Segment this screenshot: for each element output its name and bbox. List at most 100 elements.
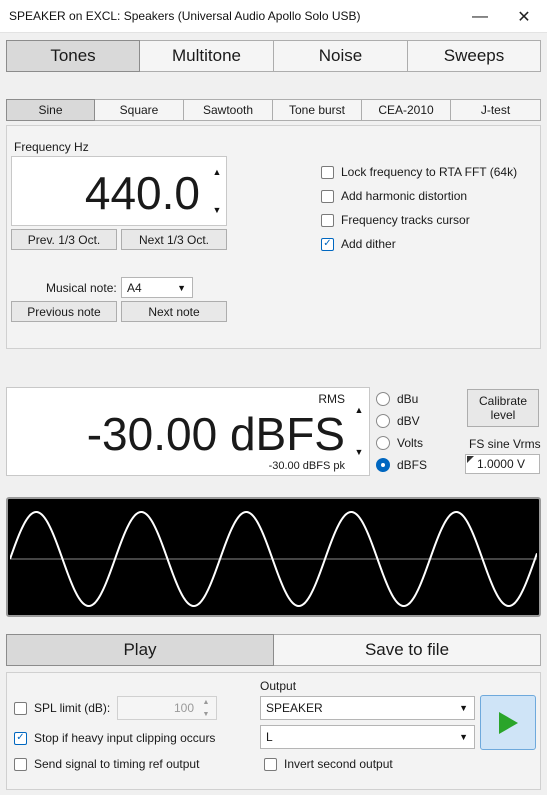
play-icon — [499, 711, 518, 734]
minimize-icon: — — [472, 7, 488, 25]
harmonic-distortion-label: Add harmonic distortion — [341, 189, 468, 203]
tab-tone-burst[interactable]: Tone burst — [273, 99, 362, 121]
spin-down-icon[interactable]: ▼ — [213, 205, 222, 215]
output-label: Output — [260, 679, 297, 693]
lock-frequency-checkbox[interactable] — [321, 165, 334, 179]
frequency-value: 440.0 — [84, 167, 200, 219]
close-icon: ✕ — [517, 8, 531, 26]
unit-dbv-label: dBV — [397, 414, 420, 428]
tab-tones[interactable]: Tones — [6, 40, 140, 72]
tone-options: Lock frequency to RTA FFT (64k) Add harm… — [321, 160, 517, 256]
timing-ref-option[interactable]: Send signal to timing ref output — [14, 757, 199, 771]
fs-sine-input[interactable]: 1.0000 V — [465, 454, 540, 474]
output-channel-select[interactable]: L ▼ — [260, 725, 475, 749]
spin-up-icon[interactable]: ▲ — [213, 167, 222, 177]
add-dither-checkbox[interactable]: ✓ — [321, 237, 334, 251]
stop-clipping-checkbox[interactable]: ✓ — [14, 731, 27, 745]
tab-multitone[interactable]: Multitone — [140, 40, 274, 72]
spin-down-icon[interactable]: ▼ — [355, 447, 364, 457]
harmonic-distortion-checkbox[interactable] — [321, 189, 334, 203]
waveform-plot — [10, 511, 537, 607]
unit-dbv[interactable]: dBV — [376, 410, 427, 432]
frequency-spinner[interactable]: ▲ ▼ — [210, 167, 224, 215]
fs-sine-label: FS sine Vrms — [469, 437, 541, 451]
spin-up-icon[interactable]: ▲ — [203, 699, 210, 706]
corner-marker-icon — [467, 456, 474, 463]
musical-note-value: A4 — [127, 280, 142, 295]
option-frequency-tracks-cursor[interactable]: Frequency tracks cursor — [321, 208, 517, 232]
lock-frequency-label: Lock frequency to RTA FFT (64k) — [341, 165, 518, 179]
level-mode: RMS — [318, 392, 345, 406]
sine-type-tab-bar: Sine Square Sawtooth Tone burst CEA-2010… — [6, 99, 541, 121]
window-title: SPEAKER on EXCL: Speakers (Universal Aud… — [9, 9, 361, 23]
unit-dbfs-radio[interactable] — [376, 458, 390, 472]
chevron-down-icon: ▼ — [177, 282, 186, 293]
fs-sine-value: 1.0000 V — [476, 457, 525, 471]
timing-ref-label: Send signal to timing ref output — [34, 757, 200, 771]
chevron-down-icon: ▼ — [459, 703, 468, 713]
level-unit-group: dBu dBV Volts dBFS — [376, 388, 427, 476]
tab-cea-2010[interactable]: CEA-2010 — [362, 99, 451, 121]
title-bar: SPEAKER on EXCL: Speakers (Universal Aud… — [0, 0, 547, 33]
unit-dbu[interactable]: dBu — [376, 388, 427, 410]
minimize-button[interactable]: — — [458, 0, 502, 33]
musical-note-select[interactable]: A4 ▼ — [121, 277, 193, 298]
frequency-field[interactable]: 440.0 ▲ ▼ — [11, 156, 227, 226]
unit-volts[interactable]: Volts — [376, 432, 427, 454]
frequency-tracks-cursor-checkbox[interactable] — [321, 213, 334, 227]
tab-sine[interactable]: Sine — [6, 99, 95, 121]
unit-dbu-radio[interactable] — [376, 392, 390, 406]
unit-dbu-label: dBu — [397, 392, 419, 406]
level-field[interactable]: RMS -30.00 dBFS -30.00 dBFS pk ▲ ▼ — [6, 387, 370, 476]
option-lock-frequency[interactable]: Lock frequency to RTA FFT (64k) — [321, 160, 517, 184]
invert-output-label: Invert second output — [284, 757, 393, 771]
tab-sawtooth[interactable]: Sawtooth — [184, 99, 273, 121]
spl-limit-option[interactable]: SPL limit (dB): — [14, 701, 110, 715]
level-spinner[interactable]: ▲ ▼ — [352, 405, 366, 457]
output-device-value: SPEAKER — [266, 701, 323, 715]
save-to-file-tab[interactable]: Save to file — [274, 634, 541, 666]
unit-dbfs[interactable]: dBFS — [376, 454, 427, 476]
output-action-bar: Play Save to file — [6, 634, 541, 666]
invert-output-checkbox[interactable] — [264, 757, 277, 771]
chevron-down-icon: ▼ — [459, 732, 468, 742]
output-device-select[interactable]: SPEAKER ▼ — [260, 696, 475, 720]
main-tab-bar: Tones Multitone Noise Sweeps — [6, 40, 541, 72]
add-dither-label: Add dither — [341, 237, 396, 251]
option-add-dither[interactable]: ✓ Add dither — [321, 232, 517, 256]
unit-volts-radio[interactable] — [376, 436, 390, 450]
play-tab[interactable]: Play — [6, 634, 274, 666]
unit-volts-label: Volts — [397, 436, 424, 450]
next-note-button[interactable]: Next note — [121, 301, 227, 322]
prev-third-octave-button[interactable]: Prev. 1/3 Oct. — [11, 229, 117, 250]
tab-j-test[interactable]: J-test — [451, 99, 541, 121]
musical-note-label: Musical note: — [46, 281, 117, 295]
spin-down-icon[interactable]: ▼ — [203, 711, 210, 718]
frequency-label: Frequency Hz — [14, 140, 89, 154]
tab-square[interactable]: Square — [95, 99, 184, 121]
waveform-display — [6, 497, 541, 617]
level-peak: -30.00 dBFS pk — [268, 460, 345, 472]
invert-output-option[interactable]: Invert second output — [264, 757, 393, 771]
spl-limit-input[interactable]: 100 ▲ ▼ — [117, 696, 217, 720]
stop-clipping-label: Stop if heavy input clipping occurs — [34, 731, 216, 745]
close-button[interactable]: ✕ — [502, 0, 546, 33]
timing-ref-checkbox[interactable] — [14, 757, 27, 771]
calibrate-level-button[interactable]: Calibrate level — [467, 389, 539, 427]
spin-up-icon[interactable]: ▲ — [355, 405, 364, 415]
spl-limit-value: 100 — [173, 701, 194, 715]
spl-limit-checkbox[interactable] — [14, 701, 27, 715]
stop-clipping-option[interactable]: ✓ Stop if heavy input clipping occurs — [14, 731, 215, 745]
unit-dbfs-label: dBFS — [397, 458, 428, 472]
tab-noise[interactable]: Noise — [274, 40, 408, 72]
level-value: -30.00 dBFS — [86, 408, 345, 460]
unit-dbv-radio[interactable] — [376, 414, 390, 428]
spl-limit-spinner[interactable]: ▲ ▼ — [200, 699, 212, 718]
output-channel-value: L — [266, 730, 273, 744]
next-third-octave-button[interactable]: Next 1/3 Oct. — [121, 229, 227, 250]
tab-sweeps[interactable]: Sweeps — [408, 40, 541, 72]
spl-limit-label: SPL limit (dB): — [34, 701, 111, 715]
play-button[interactable] — [480, 695, 536, 750]
previous-note-button[interactable]: Previous note — [11, 301, 117, 322]
option-harmonic-distortion[interactable]: Add harmonic distortion — [321, 184, 517, 208]
